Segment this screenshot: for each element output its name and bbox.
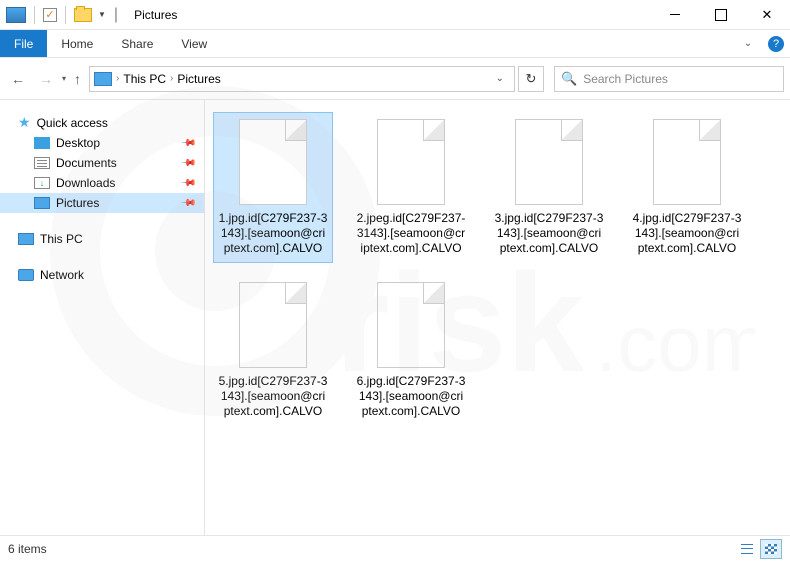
file-icon [239,282,307,368]
sidebar-item-label: Pictures [56,196,99,210]
details-view-button[interactable] [736,539,758,559]
ribbon-collapse-icon[interactable]: ⌄ [734,30,762,57]
qat-divider [65,6,66,24]
file-item[interactable]: 2.jpeg.id[C279F237-3143].[seamoon@cripte… [351,112,471,263]
back-button[interactable]: ← [6,67,30,91]
up-button[interactable]: ↑ [74,71,81,87]
sidebar-network[interactable]: Network [0,265,204,285]
file-icon [653,119,721,205]
file-name: 5.jpg.id[C279F237-3143].[seamoon@criptex… [218,374,328,419]
location-icon [94,72,112,86]
sidebar-label: This PC [40,232,83,246]
sidebar-item-desktop[interactable]: Desktop 📌 [0,133,204,153]
minimize-button[interactable] [652,0,698,30]
file-item[interactable]: 1.jpg.id[C279F237-3143].[seamoon@criptex… [213,112,333,263]
file-name: 1.jpg.id[C279F237-3143].[seamoon@criptex… [218,211,328,256]
pin-icon: 📌 [179,175,196,192]
qat-newfolder-icon[interactable] [74,8,92,22]
tab-view[interactable]: View [167,30,221,57]
refresh-button[interactable]: ↻ [518,66,544,92]
window-controls: ✕ [652,0,790,30]
item-count: 6 items [8,542,47,556]
tab-file[interactable]: File [0,30,47,57]
breadcrumb[interactable]: Pictures [177,72,220,86]
chevron-right-icon[interactable]: › [116,73,119,84]
close-button[interactable]: ✕ [744,0,790,30]
search-icon: 🔍 [561,71,577,87]
sidebar-label: Network [40,268,84,282]
title-divider: | [114,6,118,24]
pin-icon: 📌 [179,195,196,212]
qat-properties-icon[interactable]: ✓ [43,8,57,22]
history-dropdown-icon[interactable]: ▾ [62,74,66,83]
status-bar: 6 items [0,535,790,561]
file-icon [515,119,583,205]
network-icon [18,269,34,281]
sidebar-item-documents[interactable]: Documents 📌 [0,153,204,173]
file-item[interactable]: 4.jpg.id[C279F237-3143].[seamoon@criptex… [627,112,747,263]
sidebar-label: Quick access [37,116,108,130]
sidebar-item-label: Desktop [56,136,100,150]
navigation-pane: ★ Quick access Desktop📌Documents📌Downloa… [0,100,205,535]
sidebar-item-downloads[interactable]: Downloads 📌 [0,173,204,193]
pics-icon [34,197,50,209]
chevron-right-icon[interactable]: › [170,73,173,84]
pin-icon: 📌 [179,155,196,172]
file-item[interactable]: 5.jpg.id[C279F237-3143].[seamoon@criptex… [213,275,333,426]
tab-share[interactable]: Share [107,30,167,57]
file-name: 3.jpg.id[C279F237-3143].[seamoon@criptex… [494,211,604,256]
qat-divider [34,6,35,24]
breadcrumb[interactable]: This PC [123,72,166,86]
file-icon [377,282,445,368]
file-icon [239,119,307,205]
titlebar: ✓ ▼ | Pictures ✕ [0,0,790,30]
qat-dropdown-icon[interactable]: ▼ [98,10,106,19]
forward-button[interactable]: → [34,67,58,91]
help-button[interactable]: ? [762,30,790,57]
file-name: 6.jpg.id[C279F237-3143].[seamoon@criptex… [356,374,466,419]
star-icon: ★ [18,114,31,131]
file-icon [377,119,445,205]
navigation-bar: ← → ▾ ↑ › This PC › Pictures ⌄ ↻ 🔍 Searc… [0,58,790,100]
maximize-button[interactable] [698,0,744,30]
content-area: ★ Quick access Desktop📌Documents📌Downloa… [0,100,790,535]
pin-icon: 📌 [179,135,196,152]
sidebar-item-label: Downloads [56,176,115,190]
large-icons-view-button[interactable] [760,539,782,559]
ribbon: File Home Share View ⌄ ? [0,30,790,58]
pc-icon [18,233,34,245]
window-title: Pictures [134,8,177,22]
quick-access-toolbar: ✓ ▼ | Pictures [0,6,177,24]
tab-home[interactable]: Home [47,30,107,57]
file-item[interactable]: 3.jpg.id[C279F237-3143].[seamoon@criptex… [489,112,609,263]
help-icon: ? [768,36,784,52]
docs-icon [34,157,50,169]
search-input[interactable]: 🔍 Search Pictures [554,66,784,92]
file-name: 4.jpg.id[C279F237-3143].[seamoon@criptex… [632,211,742,256]
desktop-icon [34,137,50,149]
address-bar[interactable]: › This PC › Pictures ⌄ [89,66,515,92]
app-icon [6,7,26,23]
sidebar-item-pictures[interactable]: Pictures 📌 [0,193,204,213]
search-placeholder: Search Pictures [583,72,668,86]
file-name: 2.jpeg.id[C279F237-3143].[seamoon@cripte… [356,211,466,256]
sidebar-quick-access[interactable]: ★ Quick access [0,112,204,133]
file-item[interactable]: 6.jpg.id[C279F237-3143].[seamoon@criptex… [351,275,471,426]
sidebar-item-label: Documents [56,156,117,170]
sidebar-this-pc[interactable]: This PC [0,229,204,249]
file-list[interactable]: 1.jpg.id[C279F237-3143].[seamoon@criptex… [205,100,790,535]
down-icon [34,177,50,189]
address-dropdown-icon[interactable]: ⌄ [490,73,510,84]
